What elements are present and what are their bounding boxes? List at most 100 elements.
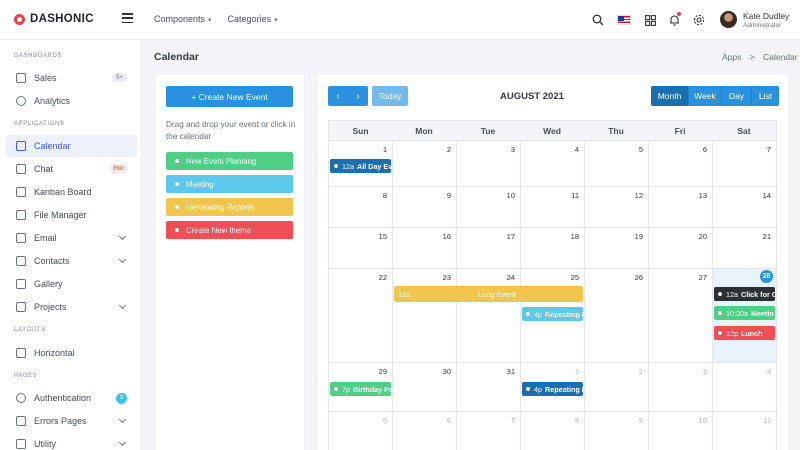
day-cell[interactable]: 7 xyxy=(713,141,777,187)
gear-icon[interactable] xyxy=(692,13,706,27)
nav-components[interactable]: Components ▾ xyxy=(154,14,212,24)
sidebar-item-analytics[interactable]: Analytics xyxy=(6,90,137,112)
external-event[interactable]: New Event Planning xyxy=(166,152,293,170)
sidebar-item-kanban[interactable]: Kanban Board xyxy=(6,181,137,203)
day-number[interactable]: 8 xyxy=(575,416,579,425)
day-number[interactable]: 10 xyxy=(507,191,515,200)
day-cell[interactable]: 20 xyxy=(649,228,713,269)
external-event[interactable]: Generating Reports xyxy=(166,198,293,216)
sidebar-item-authentication[interactable]: Authentication 9 xyxy=(6,387,137,409)
day-number[interactable]: 31 xyxy=(507,367,515,376)
sidebar-item-calendar[interactable]: Calendar xyxy=(6,135,137,157)
search-icon[interactable] xyxy=(591,13,605,27)
day-number[interactable]: 6 xyxy=(703,145,707,154)
today-button[interactable]: Today xyxy=(372,86,408,106)
day-number[interactable]: 4 xyxy=(575,145,579,154)
day-cell[interactable]: 8 xyxy=(521,412,585,450)
day-number[interactable]: 1 xyxy=(383,145,387,154)
sidebar-item-utility[interactable]: Utility xyxy=(6,433,137,450)
calendar-event[interactable]: 10:30a Meetin xyxy=(714,306,775,320)
calendar-event[interactable]: 4p Repeating E xyxy=(522,382,583,396)
day-number[interactable]: 5 xyxy=(639,145,643,154)
day-number[interactable]: 25 xyxy=(571,273,579,282)
day-cell[interactable]: 14 xyxy=(713,187,777,228)
day-cell[interactable]: 11 xyxy=(521,187,585,228)
day-number[interactable]: 3 xyxy=(511,145,515,154)
day-cell[interactable]: 4 xyxy=(521,141,585,187)
day-cell[interactable]: 2 xyxy=(585,363,649,412)
day-number[interactable]: 4 xyxy=(767,367,771,376)
day-cell[interactable]: 21 xyxy=(713,228,777,269)
calendar-event[interactable]: 4p Repeating E xyxy=(522,307,583,321)
day-number[interactable]: 22 xyxy=(379,273,387,282)
day-number[interactable]: 2 xyxy=(639,367,643,376)
external-event[interactable]: Create New theme xyxy=(166,221,293,239)
day-number[interactable]: 18 xyxy=(571,232,579,241)
day-number[interactable]: 12 xyxy=(635,191,643,200)
day-number[interactable]: 13 xyxy=(699,191,707,200)
view-day-button[interactable]: Day xyxy=(722,86,752,106)
day-cell[interactable]: 11 xyxy=(713,412,777,450)
day-number[interactable]: 2 xyxy=(447,145,451,154)
day-cell[interactable]: 22 xyxy=(328,269,393,363)
day-cell[interactable]: 3 xyxy=(649,363,713,412)
day-number[interactable]: 20 xyxy=(699,232,707,241)
sidebar-item-projects[interactable]: Projects xyxy=(6,296,137,318)
day-number[interactable]: 9 xyxy=(639,416,643,425)
calendar-event[interactable]: 7p Birthday Pa xyxy=(330,382,391,396)
day-number[interactable]: 16 xyxy=(443,232,451,241)
day-cell[interactable]: 10 xyxy=(649,412,713,450)
day-number[interactable]: 23 xyxy=(443,273,451,282)
day-cell[interactable]: 31 xyxy=(457,363,521,412)
day-cell[interactable]: 16 xyxy=(393,228,457,269)
create-event-button[interactable]: + Create New Event xyxy=(166,86,293,107)
day-number[interactable]: 10 xyxy=(699,416,707,425)
calendar-event[interactable]: 12p Lunch xyxy=(714,326,775,340)
day-cell[interactable]: 10 xyxy=(457,187,521,228)
day-cell[interactable]: 27 xyxy=(649,269,713,363)
day-cell[interactable]: 9 xyxy=(585,412,649,450)
day-number[interactable]: 30 xyxy=(443,367,451,376)
sidebar-item-file-manager[interactable]: File Manager xyxy=(6,204,137,226)
brand-logo[interactable]: DASHONIC xyxy=(14,13,94,25)
calendar-event[interactable]: 12a Click for G xyxy=(714,287,775,301)
day-cell[interactable]: 4 xyxy=(713,363,777,412)
day-cell[interactable]: 30 xyxy=(393,363,457,412)
view-month-button[interactable]: Month xyxy=(651,86,689,106)
day-number[interactable]: 11 xyxy=(763,416,771,425)
day-cell[interactable]: 12 xyxy=(585,187,649,228)
day-cell[interactable]: 24 xyxy=(457,269,521,363)
day-cell[interactable]: 23 xyxy=(393,269,457,363)
day-cell[interactable]: 3 xyxy=(457,141,521,187)
day-number[interactable]: 11 xyxy=(571,191,579,200)
sidebar-item-sales[interactable]: Sales 5+ xyxy=(6,67,137,89)
sidebar-item-horizontal[interactable]: Horizontal xyxy=(6,342,137,364)
prev-month-button[interactable]: ‹ xyxy=(328,86,348,106)
apps-grid-icon[interactable] xyxy=(643,13,657,27)
menu-toggle-icon[interactable] xyxy=(122,13,133,24)
sidebar-item-contacts[interactable]: Contacts xyxy=(6,250,137,272)
view-list-button[interactable]: List xyxy=(752,86,779,106)
day-number[interactable]: 17 xyxy=(507,232,515,241)
day-number[interactable]: 1 xyxy=(575,367,579,376)
day-cell[interactable]: 19 xyxy=(585,228,649,269)
long-event[interactable]: 12a Long Event xyxy=(394,286,583,302)
day-cell[interactable]: 5 xyxy=(328,412,393,450)
day-number[interactable]: 14 xyxy=(763,191,771,200)
user-name[interactable]: Kate Dudley xyxy=(743,11,789,21)
day-cell[interactable]: 18 xyxy=(521,228,585,269)
external-event[interactable]: Meeting xyxy=(166,175,293,193)
sidebar-item-chat[interactable]: Chat Hot xyxy=(6,158,137,180)
sidebar-item-gallery[interactable]: Gallery xyxy=(6,273,137,295)
sidebar-item-email[interactable]: Email xyxy=(6,227,137,249)
day-cell[interactable]: 2 xyxy=(393,141,457,187)
day-cell[interactable]: 7 xyxy=(457,412,521,450)
day-number[interactable]: 6 xyxy=(447,416,451,425)
next-month-button[interactable]: › xyxy=(348,86,368,106)
day-number[interactable]: 24 xyxy=(507,273,515,282)
day-cell[interactable]: 17 xyxy=(457,228,521,269)
day-number[interactable]: 7 xyxy=(767,145,771,154)
us-flag-icon[interactable] xyxy=(617,15,631,25)
day-cell[interactable]: 26 xyxy=(585,269,649,363)
day-number[interactable]: 15 xyxy=(379,232,387,241)
